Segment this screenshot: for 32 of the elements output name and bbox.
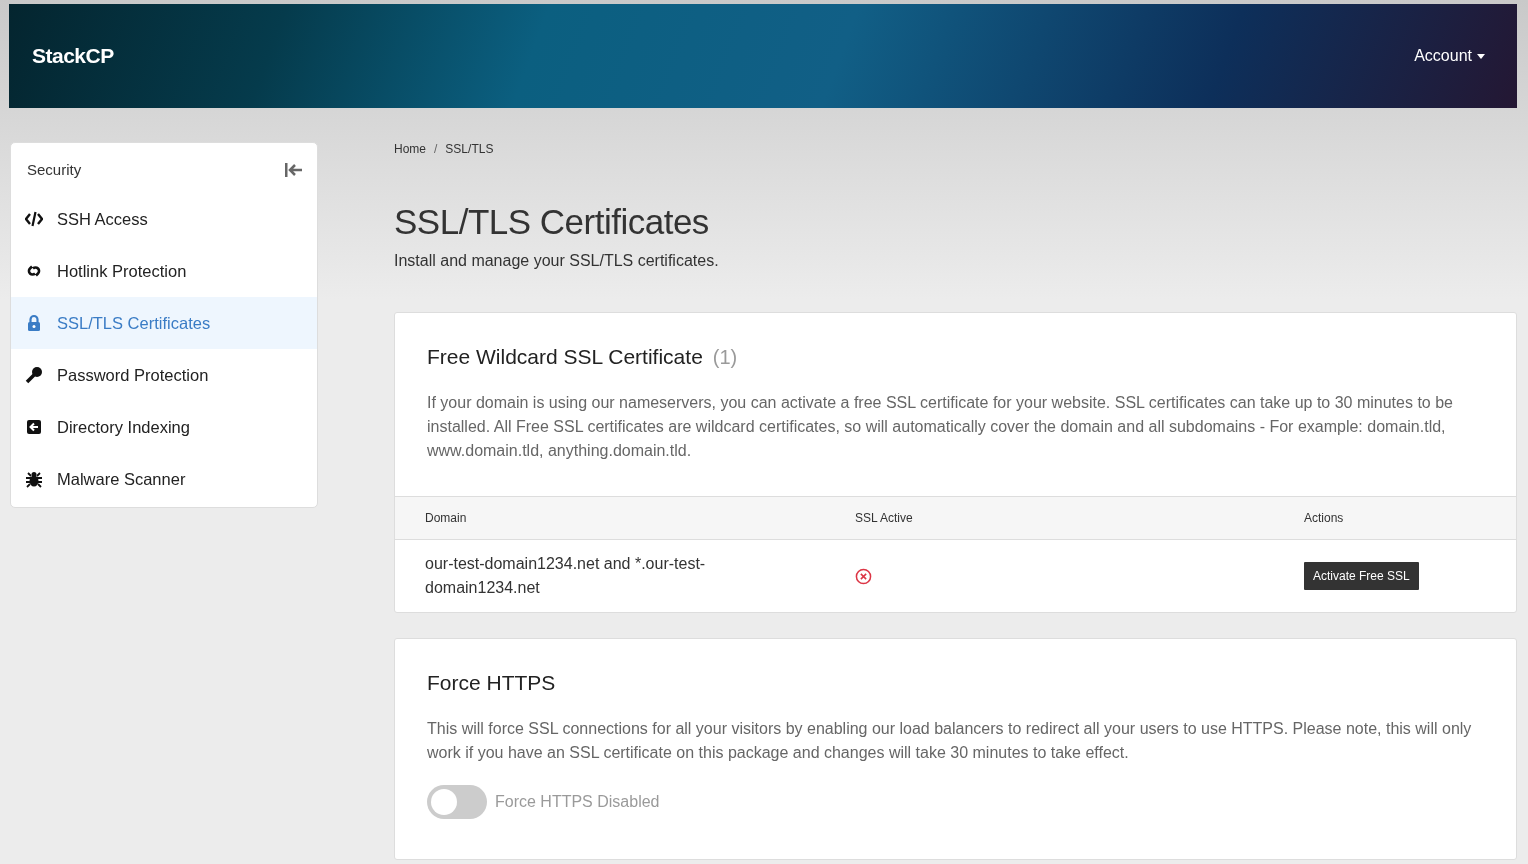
- key-icon: [25, 366, 43, 384]
- sidebar-item[interactable]: Directory Indexing: [11, 401, 317, 453]
- toggle-switch[interactable]: [427, 785, 487, 819]
- lock-icon: [25, 314, 43, 332]
- breadcrumb-current: SSL/TLS: [445, 142, 494, 156]
- card-title: Free Wildcard SSL Certificate: [427, 345, 703, 369]
- column-header: SSL Active: [855, 496, 1304, 540]
- column-header: Actions: [1304, 496, 1516, 540]
- breadcrumb-separator: /: [434, 142, 438, 156]
- code-icon: [25, 210, 43, 228]
- toggle-label: Force HTTPS Disabled: [495, 793, 660, 811]
- sidebar-item[interactable]: Password Protection: [11, 349, 317, 401]
- sidebar-item[interactable]: SSH Access: [11, 193, 317, 245]
- collapse-icon[interactable]: [285, 162, 303, 177]
- sidebar-item[interactable]: Hotlink Protection: [11, 245, 317, 297]
- domain-cell-text: our-test-domain1234.net and *.our-test-domain1234.net: [425, 554, 707, 598]
- account-menu[interactable]: Account: [1414, 47, 1485, 65]
- card-description: If your domain is using our nameservers, you can activate a free SSL certificate for your website. SSL certificates can take up to 30 minutes to be installed. All Free SSL certificates are wildcard certificates, so will automatically cover the domain and all subdomains - For example: domain.tld, www.domain.tld, anything.domain.tld.: [427, 393, 1454, 461]
- logo[interactable]: StackCP: [32, 44, 114, 68]
- caret-icon: [1477, 53, 1485, 59]
- sidebar-title: Security: [27, 161, 82, 178]
- activate-ssl-button[interactable]: Activate Free SSL: [1304, 562, 1419, 590]
- card-title: Force HTTPS: [427, 671, 556, 695]
- column-header: Domain: [395, 496, 855, 540]
- bug-icon: [25, 470, 43, 488]
- breadcrumb-link[interactable]: Home: [394, 142, 426, 156]
- sidebar-item[interactable]: Malware Scanner: [11, 453, 317, 505]
- page-title: SSL/TLS Certificates: [394, 202, 710, 242]
- certificate-count: (1): [712, 346, 738, 369]
- sidebar-item[interactable]: SSL/TLS Certificates: [11, 297, 317, 349]
- page-subtitle: Install and manage your SSL/TLS certificates.: [394, 252, 720, 270]
- card-description: This will force SSL connections for all your visitors by enabling our load balancers to redirect all your users to use HTTPS. Please note, this will only work if you have an SSL certificate on this package and changes will take 30 minutes to take effect.: [427, 719, 1473, 763]
